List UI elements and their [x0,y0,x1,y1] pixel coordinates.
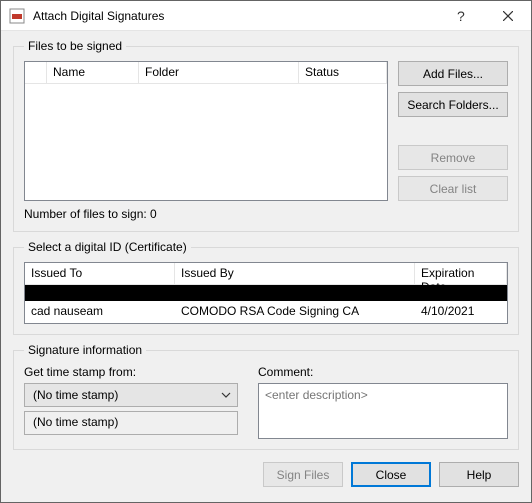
clear-list-button[interactable]: Clear list [398,176,508,201]
cert-cell-issuedby: COMODO RSA Code Signing CA [175,301,415,323]
cert-cell-expiration: 4/10/2021 [415,301,507,323]
signature-group-legend: Signature information [24,343,146,357]
app-icon [9,8,25,24]
sign-files-button[interactable]: Sign Files [263,462,343,487]
cert-col-issuedby[interactable]: Issued By [175,263,415,284]
dialog-window: Attach Digital Signatures ? Files to be … [0,0,532,503]
cert-group: Select a digital ID (Certificate) Issued… [13,240,519,335]
search-folders-button[interactable]: Search Folders... [398,92,508,117]
files-group: Files to be signed Name Folder Status Ad… [13,39,519,232]
files-col-status[interactable]: Status [299,62,387,83]
client-area: Files to be signed Name Folder Status Ad… [1,31,531,502]
help-footer-button[interactable]: Help [439,462,519,487]
remove-button[interactable]: Remove [398,145,508,170]
close-button[interactable]: Close [351,462,431,487]
cert-table[interactable]: Issued To Issued By Expiration Date cad … [24,262,508,324]
close-window-button[interactable] [485,1,531,31]
titlebar: Attach Digital Signatures ? [1,1,531,31]
timestamp-value: (No time stamp) [33,388,118,402]
cert-col-issuedto[interactable]: Issued To [25,263,175,284]
comment-label: Comment: [258,365,508,379]
timestamp-readonly: (No time stamp) [24,411,238,435]
files-list[interactable]: Name Folder Status [24,61,388,201]
files-group-legend: Files to be signed [24,39,126,53]
timestamp-combobox[interactable]: (No time stamp) [24,383,238,407]
signature-group: Signature information Get time stamp fro… [13,343,519,450]
window-title: Attach Digital Signatures [33,9,439,23]
timestamp-label: Get time stamp from: [24,365,238,379]
cert-cell-issuedto: cad nauseam [25,301,175,323]
files-list-header: Name Folder Status [25,62,387,84]
files-col-folder[interactable]: Folder [139,62,299,83]
files-side-buttons: Add Files... Search Folders... Remove Cl… [398,61,508,201]
files-col-name[interactable]: Name [47,62,139,83]
dialog-footer: Sign Files Close Help [13,458,519,487]
help-button[interactable]: ? [439,1,485,31]
svg-text:?: ? [457,9,465,23]
chevron-down-icon [221,390,231,401]
cert-col-expiration[interactable]: Expiration Date [415,263,507,284]
cert-row[interactable]: cad nauseam COMODO RSA Code Signing CA 4… [25,301,507,323]
files-col-blank[interactable] [25,62,47,83]
cert-group-legend: Select a digital ID (Certificate) [24,240,191,254]
add-files-button[interactable]: Add Files... [398,61,508,86]
files-count-label: Number of files to sign: 0 [24,207,508,221]
comment-textarea[interactable] [258,383,508,439]
cert-table-header: Issued To Issued By Expiration Date [25,263,507,285]
